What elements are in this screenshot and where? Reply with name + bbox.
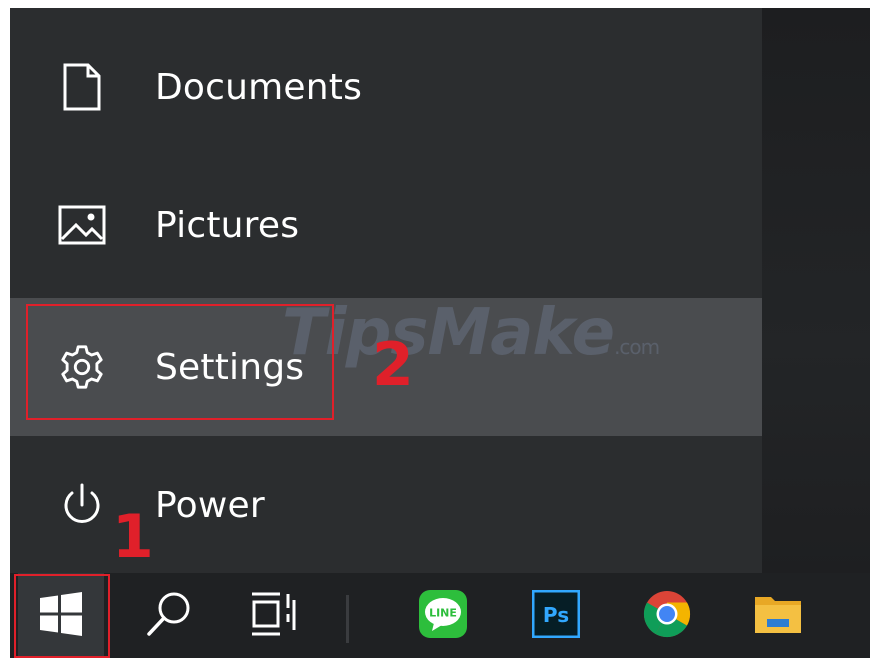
line-app-icon: LINE (418, 589, 468, 643)
pictures-icon (58, 201, 106, 249)
taskbar-app-line[interactable]: LINE (400, 573, 486, 658)
taskbar-divider (346, 595, 349, 643)
start-item-label: Pictures (155, 204, 300, 246)
taskbar-app-photoshop[interactable]: Ps (513, 573, 599, 658)
start-item-documents[interactable]: Documents (10, 18, 762, 156)
start-item-pictures[interactable]: Pictures (10, 156, 762, 294)
step-2-label: 2 (372, 330, 414, 400)
taskbar-app-file-explorer[interactable] (735, 573, 821, 658)
document-icon (58, 63, 106, 111)
svg-text:LINE: LINE (429, 606, 457, 619)
watermark: TipsMake.com (282, 296, 660, 370)
photoshop-label: Ps (543, 603, 569, 627)
start-item-label: Documents (155, 66, 363, 108)
desktop-background (762, 8, 870, 573)
step-1-label: 1 (112, 502, 154, 572)
watermark-suffix: .com (614, 335, 660, 359)
chrome-app-icon (642, 589, 692, 643)
start-menu: Documents Pictures Settings Power (10, 8, 762, 573)
taskbar: LINE Ps (10, 573, 870, 658)
search-icon (144, 589, 194, 643)
file-explorer-icon (753, 591, 803, 641)
start-item-label: Power (155, 484, 265, 526)
taskbar-app-chrome[interactable] (624, 573, 710, 658)
power-icon (58, 481, 106, 529)
task-view-icon (248, 590, 298, 642)
task-view-button[interactable] (230, 573, 316, 658)
settings-highlight-box (26, 304, 334, 420)
search-button[interactable] (126, 573, 212, 658)
photoshop-app-icon: Ps (531, 589, 581, 642)
screenshot-frame: Documents Pictures Settings Power TipsMa… (10, 8, 870, 658)
start-button-highlight-box (14, 574, 110, 658)
